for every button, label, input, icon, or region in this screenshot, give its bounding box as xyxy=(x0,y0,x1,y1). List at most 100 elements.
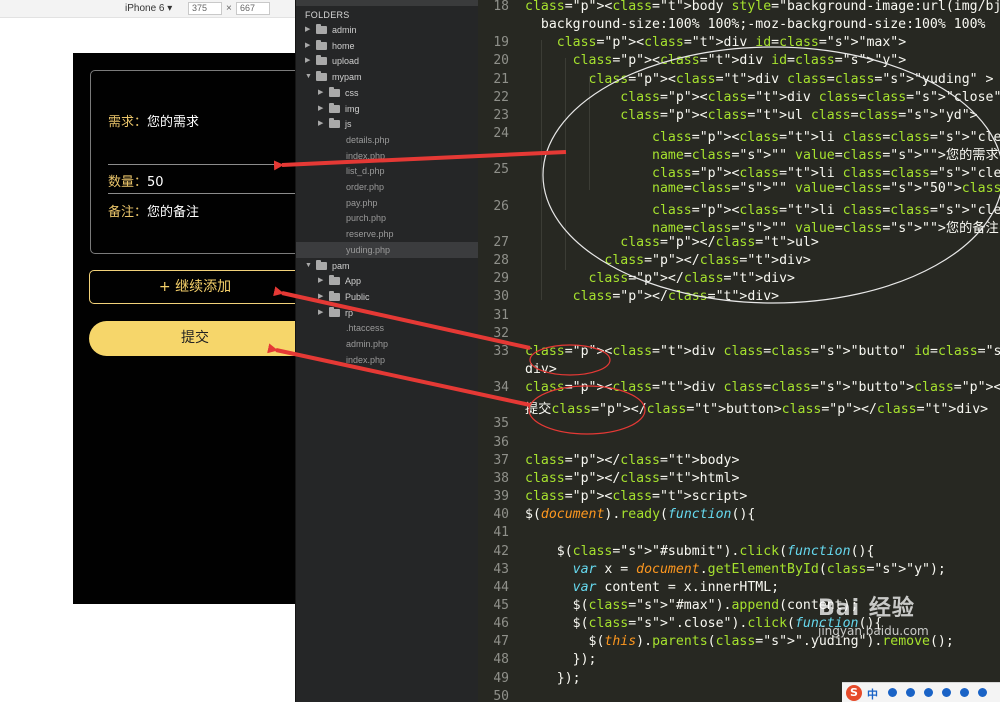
code-line[interactable]: class="p"><class="t">div class=class="s"… xyxy=(525,344,1000,359)
tree-item-label: App xyxy=(345,276,362,287)
microphone-icon[interactable] xyxy=(924,688,933,697)
code-line[interactable]: $(document).ready(function(){ xyxy=(525,507,755,522)
qty-input[interactable]: 50 xyxy=(147,175,164,190)
code-line[interactable]: class="p"></class="t">div> xyxy=(525,271,795,286)
device-height-input[interactable]: 667 xyxy=(236,2,270,15)
submit-button[interactable]: 提交 xyxy=(89,321,295,356)
chevron-down-icon[interactable]: ▼ xyxy=(305,258,312,274)
tree-folder[interactable]: ▼ mypam xyxy=(296,69,478,85)
tree-folder[interactable]: ▶ js xyxy=(296,116,478,132)
tree-folder[interactable]: ▶ upload xyxy=(296,53,478,69)
code-line[interactable]: class="p"><class="t">script> xyxy=(525,489,747,504)
tree-folder[interactable]: ▼ pam xyxy=(296,258,478,274)
open-file-tab[interactable] xyxy=(296,0,478,6)
folder-icon xyxy=(329,290,340,301)
tree-folder[interactable]: ▶ home xyxy=(296,38,478,54)
toolbox-icon[interactable] xyxy=(978,688,987,697)
tree-file[interactable]: list_d.php xyxy=(296,163,478,179)
tree-file[interactable]: .htaccess xyxy=(296,320,478,336)
code-line[interactable]: class="p"><class="t">div class=class="s"… xyxy=(525,380,1000,395)
folder-icon xyxy=(329,275,340,286)
ime-language-toggle[interactable]: 中 xyxy=(867,686,878,702)
tree-folder[interactable]: ▶ Public xyxy=(296,289,478,305)
tree-file[interactable]: admin.php xyxy=(296,336,478,352)
chevron-right-icon[interactable]: ▶ xyxy=(318,116,323,132)
skin-icon[interactable] xyxy=(960,688,969,697)
device-name: iPhone 6 xyxy=(125,3,165,14)
tree-folder[interactable]: ▶ css xyxy=(296,85,478,101)
chevron-down-icon[interactable]: ▼ xyxy=(305,69,312,85)
moon-icon[interactable] xyxy=(888,688,897,697)
add-more-button[interactable]: + 继续添加 xyxy=(89,270,295,304)
code-line[interactable]: }); xyxy=(525,652,597,667)
code-line[interactable]: name=class="s">"" value=class="s">"">您的备… xyxy=(525,217,1000,236)
code-line[interactable]: name=class="s">"" value=class="s">"">您的需… xyxy=(525,144,1000,163)
tree-item-label: index.php xyxy=(346,354,386,365)
code-line[interactable]: }); xyxy=(525,671,581,686)
code-line[interactable]: class="p"></class="t">ul> xyxy=(525,235,819,250)
booking-card: 需求：您的需求 数量：50 备注：您的备注 xyxy=(90,70,295,254)
tree-file[interactable]: order.php xyxy=(296,179,478,195)
indent-guide xyxy=(541,40,542,300)
code-line[interactable]: $(class="s">"#max").append(content); xyxy=(525,598,859,613)
code-line[interactable]: class="p"></class="t">div> xyxy=(525,289,779,304)
code-line[interactable]: $(class="s">"#submit").click(function(){ xyxy=(525,544,875,559)
phone-viewport: 需求：您的需求 数量：50 备注：您的备注 + 继续添加 提交 xyxy=(73,53,295,604)
tree-item-label: mypam xyxy=(332,72,362,83)
code-line[interactable]: class="p"><class="t">li class=class="s">… xyxy=(525,162,1000,181)
code-line[interactable]: class="p"><class="t">div class=class="s"… xyxy=(525,90,1000,105)
chevron-right-icon[interactable]: ▶ xyxy=(318,101,323,117)
need-textarea[interactable]: 您的需求 xyxy=(147,115,199,130)
divider xyxy=(108,193,295,194)
code-line[interactable]: class="p"></class="t">body> xyxy=(525,453,739,468)
tree-folder[interactable]: ▶ rp xyxy=(296,305,478,321)
tree-file[interactable]: details.php xyxy=(296,132,478,148)
tree-item-label: .htaccess xyxy=(346,323,385,334)
tree-folder[interactable]: ▶ admin xyxy=(296,22,478,38)
folders-title: FOLDERS xyxy=(305,10,350,20)
line-number: 35 xyxy=(493,416,509,432)
code-line[interactable]: class="p"></class="t">div> xyxy=(525,253,810,268)
divider xyxy=(108,164,295,165)
chevron-right-icon[interactable]: ▶ xyxy=(318,305,323,321)
chevron-right-icon[interactable]: ▶ xyxy=(305,22,310,38)
tree-folder[interactable]: ▶ App xyxy=(296,273,478,289)
code-line[interactable]: class="p"><class="t">div class=class="s"… xyxy=(525,72,994,87)
device-width-input[interactable]: 375 xyxy=(188,2,222,15)
keyboard-icon[interactable] xyxy=(942,688,951,697)
sogou-logo-icon[interactable]: S xyxy=(846,685,862,701)
code-line[interactable]: class="p"><class="t">body style="backgro… xyxy=(525,0,1000,14)
code-line[interactable]: var content = x.innerHTML; xyxy=(525,580,779,595)
code-line[interactable]: name=class="s">"" value=class="s">"50">c… xyxy=(525,181,1000,196)
code-line[interactable]: class="p"><class="t">li class=class="s">… xyxy=(525,126,1000,145)
tree-file[interactable]: pay.php xyxy=(296,195,478,211)
tree-file[interactable]: index.php xyxy=(296,148,478,164)
tree-file[interactable]: index.php xyxy=(296,352,478,368)
chevron-right-icon[interactable]: ▶ xyxy=(318,289,323,305)
line-number: 42 xyxy=(493,543,509,559)
note-textarea[interactable]: 您的备注 xyxy=(147,205,199,220)
punctuation-icon[interactable] xyxy=(906,688,915,697)
tree-file[interactable]: purch.php xyxy=(296,210,478,226)
chevron-right-icon[interactable]: ▶ xyxy=(305,38,310,54)
code-line[interactable]: background-size:100% 100%;-moz-backgroun… xyxy=(525,17,986,32)
tree-file[interactable]: reserve.php xyxy=(296,226,478,242)
code-line[interactable]: class="p"><class="t">div id=class="s">"m… xyxy=(525,35,906,50)
chevron-right-icon[interactable]: ▶ xyxy=(305,53,310,69)
code-line[interactable]: div> xyxy=(525,362,557,377)
line-number: 48 xyxy=(493,652,509,668)
tree-file[interactable]: yuding.php xyxy=(296,241,478,258)
tree-item-label: js xyxy=(345,119,352,130)
chevron-right-icon[interactable]: ▶ xyxy=(318,85,323,101)
code-line[interactable]: class="p"><class="t">li class=class="s">… xyxy=(525,199,1000,218)
code-line[interactable]: class="p"></class="t">html> xyxy=(525,471,739,486)
device-select[interactable]: iPhone 6 ▾ xyxy=(125,3,172,14)
tree-item-label: css xyxy=(345,87,359,98)
line-number: 23 xyxy=(493,107,509,123)
tree-folder[interactable]: ▶ img xyxy=(296,101,478,117)
chevron-right-icon[interactable]: ▶ xyxy=(318,273,323,289)
code-line[interactable]: class="p"><class="t">ul class=class="s">… xyxy=(525,108,977,123)
code-line[interactable]: 提交class="p"></class="t">button>class="p"… xyxy=(525,398,988,417)
code-line[interactable]: class="p"><class="t">div id=class="s">"y… xyxy=(525,53,907,68)
code-line[interactable]: var x = document.getElementById(class="s… xyxy=(525,562,946,577)
